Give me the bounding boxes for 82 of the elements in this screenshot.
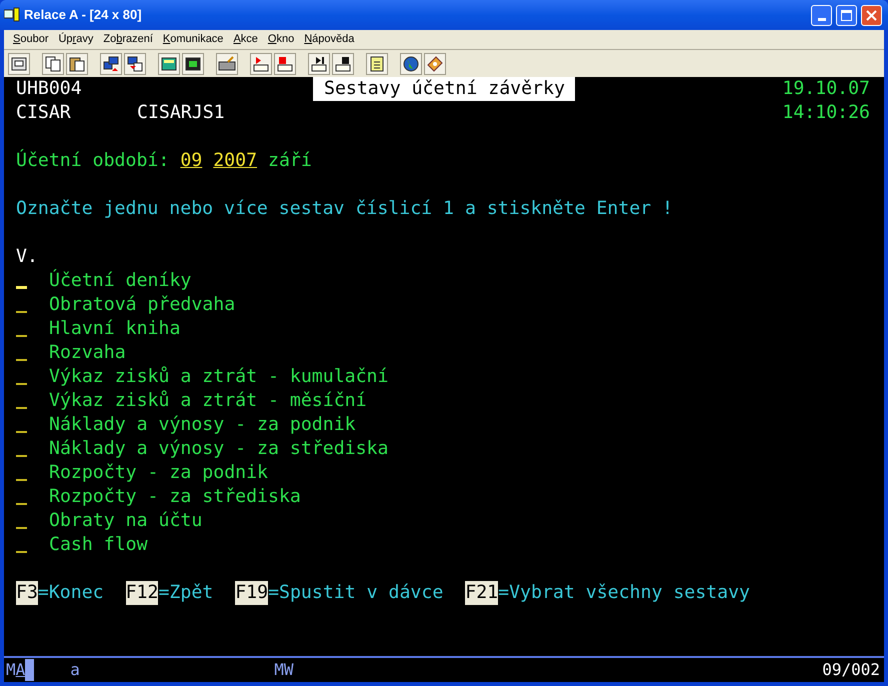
toolbar-button[interactable] xyxy=(400,52,422,74)
toolbar-button[interactable] xyxy=(250,52,272,74)
user-text: CISAR xyxy=(16,101,72,125)
report-name: Náklady a výnosy - za podnik xyxy=(49,413,356,437)
toolbar-button[interactable] xyxy=(274,52,296,74)
time-text: 14:10:26 xyxy=(782,101,870,125)
menu-item[interactable]: Komunikace xyxy=(158,31,228,48)
paste-icon xyxy=(68,54,86,72)
report-name: Cash flow xyxy=(49,533,148,557)
toolbar-button[interactable] xyxy=(424,52,446,74)
period-label: Účetní období: xyxy=(16,149,170,173)
menu-item[interactable]: Úpravy xyxy=(53,31,98,48)
toolbar-button[interactable] xyxy=(366,52,388,74)
job-text: CISARJS1 xyxy=(137,101,225,125)
function-key-label: =Konec xyxy=(38,581,104,605)
clipboard-icon xyxy=(368,54,386,72)
minimize-icon xyxy=(818,18,826,20)
screen-icon xyxy=(10,54,28,72)
cursor-block xyxy=(25,659,34,681)
windows-icon xyxy=(102,54,120,72)
display-icon xyxy=(160,54,178,72)
toolbar-button[interactable] xyxy=(66,52,88,74)
close-icon xyxy=(866,10,877,20)
toolbar-button[interactable] xyxy=(332,52,354,74)
report-name: Účetní deníky xyxy=(49,269,192,293)
close-button[interactable] xyxy=(861,4,882,26)
program-id: UHB004 xyxy=(16,77,83,101)
windows-icon xyxy=(126,54,144,72)
menu-item[interactable]: Okno xyxy=(262,31,300,48)
date-text: 19.10.07 xyxy=(782,77,870,101)
window-title: Relace A - [24 x 80] xyxy=(24,6,143,24)
function-key[interactable]: F3 xyxy=(16,581,38,605)
report-name: Náklady a výnosy - za střediska xyxy=(49,437,388,461)
screen-title: Sestavy účetní závěrky xyxy=(313,77,575,101)
report-name: Obratová předvaha xyxy=(49,293,236,317)
menu-item[interactable]: Zobrazení xyxy=(98,31,158,48)
toolbar-button[interactable] xyxy=(216,52,238,74)
toolbar-button[interactable] xyxy=(182,52,204,74)
toolbar-button[interactable] xyxy=(8,52,30,74)
report-name: Obraty na účtu xyxy=(49,509,202,533)
record-icon xyxy=(252,54,270,72)
minimize-button[interactable] xyxy=(811,4,832,26)
menu-item[interactable]: Soubor xyxy=(8,31,54,48)
terminal-icon xyxy=(4,7,20,23)
report-name: Výkaz zisků a ztrát - kumulační xyxy=(49,365,388,389)
menu-item[interactable]: Akce xyxy=(228,31,263,48)
function-key-label: =Zpět xyxy=(158,581,214,605)
instruction-text: Označte jednu nebo více sestav číslicí 1 a stiskněte Enter ! xyxy=(16,197,673,221)
month-field[interactable]: 09 xyxy=(180,149,202,173)
month-name: září xyxy=(268,149,312,173)
message-indicator: MW xyxy=(274,659,295,681)
menu-item[interactable]: Nápověda xyxy=(299,31,360,48)
maximize-button[interactable] xyxy=(836,4,857,26)
copy-icon xyxy=(44,54,62,72)
report-name: Hlavní kniha xyxy=(49,317,180,341)
toolbar-button[interactable] xyxy=(308,52,330,74)
maximize-icon xyxy=(841,10,852,20)
play-icon xyxy=(310,54,328,72)
report-name: Rozpočty - za střediska xyxy=(49,485,301,509)
year-field[interactable]: 2007 xyxy=(213,149,258,173)
function-key-label: =Spustit v dávce xyxy=(268,581,444,605)
display-icon xyxy=(184,54,202,72)
stop-icon xyxy=(276,54,294,72)
input-indicator: a xyxy=(70,659,81,681)
function-key[interactable]: F12 xyxy=(126,581,158,605)
toolbar-button[interactable] xyxy=(100,52,122,74)
toolbar-button[interactable] xyxy=(42,52,64,74)
input-field[interactable] xyxy=(16,286,27,289)
mode-text: M xyxy=(6,659,16,681)
function-key[interactable]: F19 xyxy=(235,581,268,605)
toolbar-button[interactable] xyxy=(124,52,146,74)
stop-icon xyxy=(334,54,352,72)
function-key-label: =Vybrat všechny sestavy xyxy=(498,581,750,605)
report-name: Rozvaha xyxy=(49,341,126,365)
column-header: V. xyxy=(16,245,38,269)
toolbar-button[interactable] xyxy=(158,52,180,74)
function-key[interactable]: F21 xyxy=(465,581,498,605)
globe-icon xyxy=(402,54,420,72)
cursor-position: 09/002 xyxy=(822,659,880,681)
report-name: Výkaz zisků a ztrát - měsíční xyxy=(49,389,367,413)
report-name: Rozpočty - za podnik xyxy=(49,461,268,485)
mode-flag-text: A xyxy=(16,659,26,681)
